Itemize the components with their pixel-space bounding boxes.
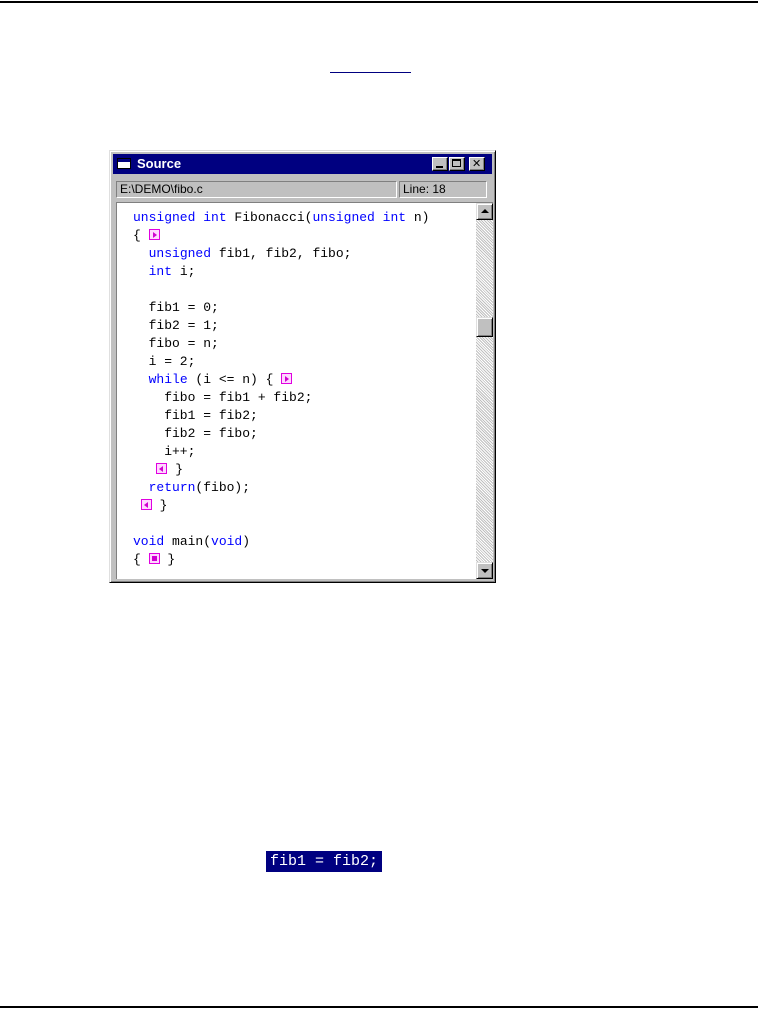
- code-line[interactable]: unsigned int Fibonacci(unsigned int n): [133, 209, 429, 227]
- code-text: }: [151, 498, 168, 513]
- code-text: fib1 = fib2;: [133, 408, 258, 423]
- code-line[interactable]: [133, 281, 429, 299]
- code-text: n): [406, 210, 430, 225]
- code-text: (i <= n) {: [187, 372, 282, 387]
- code-keyword: void: [133, 534, 165, 549]
- code-text: i = 2;: [133, 354, 196, 369]
- code-line[interactable]: return(fibo);: [133, 479, 429, 497]
- code-line[interactable]: fib2 = fibo;: [133, 425, 429, 443]
- code-line[interactable]: fib2 = 1;: [133, 317, 429, 335]
- code-text: main(: [164, 534, 212, 549]
- code-keyword: int: [148, 264, 173, 279]
- code-text: fib1 = 0;: [133, 300, 219, 315]
- code-line[interactable]: while (i <= n) {: [133, 371, 429, 389]
- window-title: Source: [137, 156, 182, 171]
- close-button[interactable]: [469, 157, 485, 171]
- minimize-button[interactable]: [432, 157, 448, 171]
- code-text: Fibonacci(: [226, 210, 313, 225]
- code-line[interactable]: fibo = n;: [133, 335, 429, 353]
- selected-code-snippet: fib1 = fib2;: [266, 851, 383, 872]
- code-line[interactable]: [133, 515, 429, 533]
- fold-collapse-icon[interactable]: [156, 463, 168, 474]
- code-text: fib2 = fibo;: [133, 426, 258, 441]
- title-bar[interactable]: Source: [113, 154, 492, 174]
- link-underline: [330, 72, 411, 73]
- code-text: fibo = fib1 + fib2;: [133, 390, 313, 405]
- code-line[interactable]: fib1 = 0;: [133, 299, 429, 317]
- scroll-thumb[interactable]: [476, 317, 493, 337]
- code-line[interactable]: int i;: [133, 263, 429, 281]
- code-line[interactable]: unsigned fib1, fib2, fibo;: [133, 245, 429, 263]
- code-text: fib2 = 1;: [133, 318, 219, 333]
- code-text: {: [133, 552, 149, 567]
- file-path-label: E:\DEMO\fibo.c: [116, 181, 397, 198]
- code-line[interactable]: {: [133, 227, 429, 245]
- code-keyword: unsigned int: [312, 210, 407, 225]
- line-number-label: Line: 18: [399, 181, 487, 198]
- page-top-rule: [0, 1, 758, 3]
- code-editor[interactable]: unsigned int Fibonacci(unsigned int n){ …: [116, 202, 493, 579]
- code-keyword: while: [148, 372, 188, 387]
- code-keyword: return: [148, 480, 196, 495]
- code-area[interactable]: unsigned int Fibonacci(unsigned int n){ …: [133, 209, 429, 569]
- fold-collapse-icon[interactable]: [140, 499, 152, 510]
- code-line[interactable]: void main(void): [133, 533, 429, 551]
- fold-expand-icon[interactable]: [281, 373, 293, 384]
- code-text: fibo = n;: [133, 336, 219, 351]
- code-keyword: void: [211, 534, 243, 549]
- code-text: {: [133, 228, 149, 243]
- code-text: ): [242, 534, 251, 549]
- code-text: fib1, fib2, fibo;: [211, 246, 352, 261]
- code-line[interactable]: }: [133, 497, 429, 515]
- code-line[interactable]: fibo = fib1 + fib2;: [133, 389, 429, 407]
- scroll-down-button[interactable]: [476, 562, 493, 579]
- code-text: }: [159, 552, 176, 567]
- code-text: i++;: [133, 444, 196, 459]
- code-line[interactable]: fib1 = fib2;: [133, 407, 429, 425]
- scroll-up-button[interactable]: [476, 203, 493, 220]
- page-bottom-rule: [0, 1006, 758, 1008]
- code-text: (fibo);: [195, 480, 251, 495]
- code-line[interactable]: }: [133, 461, 429, 479]
- code-line[interactable]: i++;: [133, 443, 429, 461]
- code-keyword: unsigned: [148, 246, 212, 261]
- fold-expand-icon[interactable]: [148, 229, 160, 240]
- source-window: Source E:\DEMO\fibo.c Line: 18 unsigned …: [109, 150, 496, 583]
- code-text: i;: [172, 264, 196, 279]
- maximize-button[interactable]: [449, 157, 465, 171]
- status-header: E:\DEMO\fibo.c Line: 18: [116, 181, 487, 199]
- code-line[interactable]: i = 2;: [133, 353, 429, 371]
- vertical-scrollbar[interactable]: [476, 203, 493, 579]
- code-keyword: unsigned int: [133, 210, 227, 225]
- code-text: }: [167, 462, 184, 477]
- window-icon: [117, 158, 131, 169]
- fold-block-icon[interactable]: [148, 553, 160, 564]
- code-line[interactable]: { }: [133, 551, 429, 569]
